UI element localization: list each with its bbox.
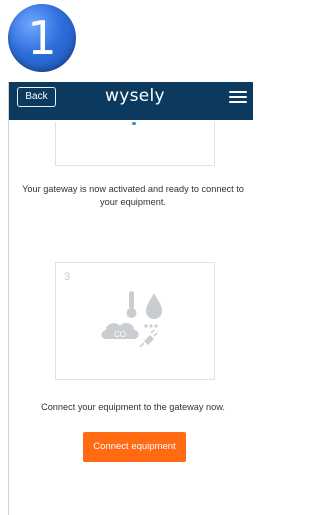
card-indicator	[132, 122, 136, 125]
previous-step-card	[55, 122, 215, 166]
connect-equipment-button[interactable]: Connect equipment	[83, 432, 186, 462]
step-card: 3 CO	[55, 262, 215, 380]
step-number: 1	[27, 11, 57, 65]
back-button[interactable]: Back	[17, 87, 56, 107]
step-number-badge: 1	[8, 4, 76, 72]
connect-equipment-message: Connect your equipment to the gateway no…	[41, 402, 225, 412]
wysely-logo: wysely	[105, 86, 175, 110]
step-card-number: 3	[64, 271, 71, 283]
hamburger-menu-icon[interactable]	[229, 91, 247, 103]
cloud-label: CO	[114, 330, 126, 339]
equipment-sensors-icon: CO	[101, 291, 162, 348]
gateway-activated-message: Your gateway is now activated and ready …	[22, 184, 244, 207]
logo-text: wysely	[105, 86, 165, 106]
app-header: Back wysely	[9, 82, 253, 120]
phone-screen: Back wysely Your gateway is now activate…	[8, 82, 253, 515]
